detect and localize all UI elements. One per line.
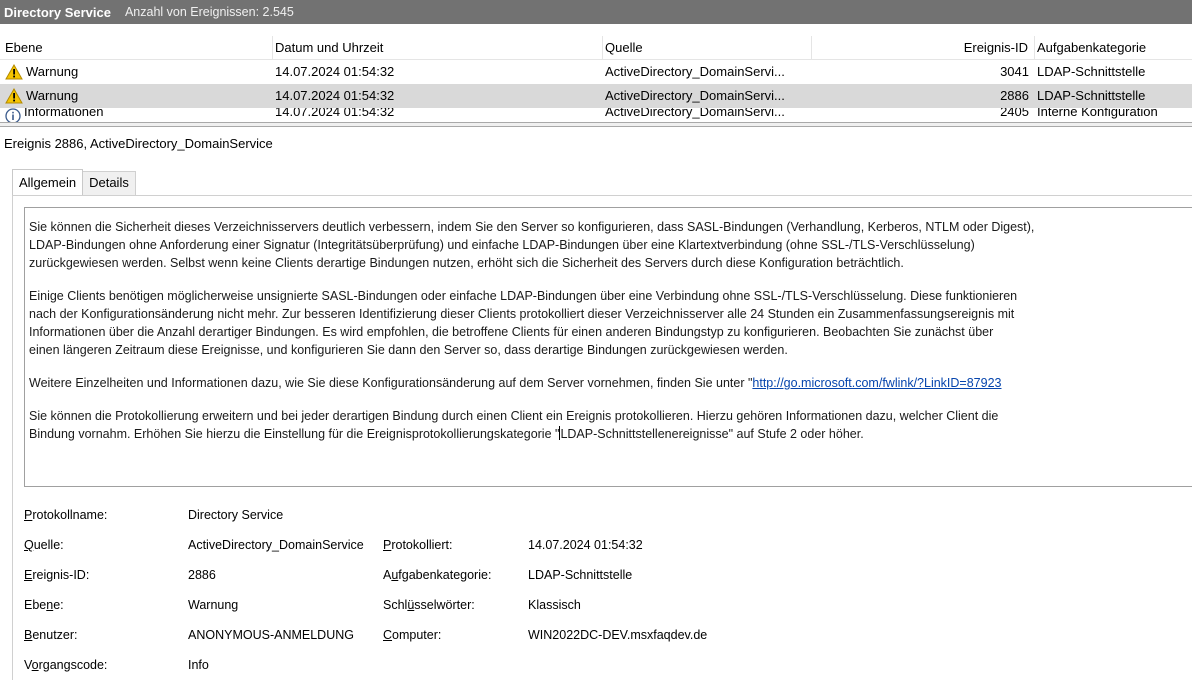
event-id-label: Ereignis-ID:: [24, 568, 90, 582]
description-line: LDAP-Bindungen ohne Anforderung einer Si…: [29, 238, 975, 252]
description-line: Sie können die Protokollierung erweitern…: [29, 409, 999, 423]
column-header-task-category[interactable]: Aufgabenkategorie: [1035, 36, 1192, 59]
category-cell: LDAP-Schnittstelle: [1037, 88, 1146, 103]
level-cell: Informationen: [0, 108, 273, 122]
column-header-event-id[interactable]: Ereignis-ID: [812, 36, 1035, 59]
event-description[interactable]: Sie können die Sicherheit dieses Verzeic…: [24, 207, 1192, 487]
event-id-value: 2886: [188, 568, 216, 582]
user-value: ANONYMOUS-ANMELDUNG: [188, 628, 354, 642]
source-label: Quelle:: [24, 538, 64, 552]
event-id-cell: 2886: [1000, 88, 1029, 103]
description-line: Informationen über die Anzahl derartiger…: [29, 325, 994, 339]
user-label: Benutzer:: [24, 628, 78, 642]
description-line: Bindung vornahm. Erhöhen Sie hierzu die …: [29, 427, 560, 441]
level-cell: Warnung: [0, 84, 273, 108]
column-header-source[interactable]: Quelle: [603, 36, 812, 59]
level-label: Informationen: [24, 108, 104, 119]
task-category-value: LDAP-Schnittstelle: [528, 568, 633, 582]
logged-value: 14.07.2024 01:54:32: [528, 538, 643, 552]
opcode-value: Info: [188, 658, 209, 672]
log-name-value: Directory Service: [188, 508, 284, 522]
pane-splitter[interactable]: [0, 122, 1192, 127]
log-name-title: Directory Service: [4, 4, 111, 20]
description-line: Einige Clients benötigen möglicherweise …: [29, 289, 1018, 303]
event-id-cell: 3041: [1000, 64, 1029, 79]
event-row-selected[interactable]: Warnung 14.07.2024 01:54:32 ActiveDirect…: [0, 84, 1192, 108]
event-list[interactable]: Ebene Datum und Uhrzeit Quelle Ereignis-…: [0, 36, 1192, 122]
level-value: Warnung: [188, 598, 239, 612]
event-detail-title: Ereignis 2886, ActiveDirectory_DomainSer…: [4, 136, 273, 151]
tab-general[interactable]: Allgemein: [12, 169, 84, 195]
source-cell: ActiveDirectory_DomainServi...: [605, 108, 785, 119]
description-paragraph: Einige Clients benötigen möglicherweise …: [29, 287, 1192, 359]
description-paragraph: Sie können die Protokollierung erweitern…: [29, 407, 1192, 443]
level-label: Ebene:: [24, 598, 64, 612]
computer-value: WIN2022DC-DEV.msxfaqdev.de: [528, 628, 708, 642]
log-name-label: Protokollname:: [24, 508, 108, 522]
level-cell: Warnung: [0, 60, 273, 84]
title-bar: Directory Service Anzahl von Ereignissen…: [0, 0, 1192, 24]
description-line: LDAP-Schnittstellenereignisse" auf Stufe…: [560, 427, 864, 441]
category-cell: LDAP-Schnittstelle: [1037, 64, 1146, 79]
computer-label: Computer:: [383, 628, 442, 642]
info-icon: [5, 108, 21, 122]
keywords-value: Klassisch: [528, 598, 581, 612]
source-cell: ActiveDirectory_DomainServi...: [605, 64, 785, 79]
opcode-label: Vorgangscode:: [24, 658, 108, 672]
warning-icon: [5, 64, 23, 80]
level-label: Warnung: [26, 88, 79, 103]
description-line: zurückgewiesen werden. Selbst wenn keine…: [29, 256, 904, 270]
event-count: Anzahl von Ereignissen: 2.545: [124, 5, 294, 19]
more-info-link[interactable]: http://go.microsoft.com/fwlink/?LinkID=8…: [752, 376, 1001, 390]
list-header: Ebene Datum und Uhrzeit Quelle Ereignis-…: [0, 36, 1192, 60]
task-category-label: Aufgabenkategorie:: [383, 568, 492, 582]
detail-tabs: Allgemein Details: [12, 169, 136, 195]
column-header-datetime[interactable]: Datum und Uhrzeit: [273, 36, 603, 59]
logged-label: Protokolliert:: [383, 538, 453, 552]
event-row[interactable]: Warnung 14.07.2024 01:54:32 ActiveDirect…: [0, 60, 1192, 84]
description-line: Sie können die Sicherheit dieses Verzeic…: [29, 220, 1035, 234]
description-paragraph: Weitere Einzelheiten und Informationen d…: [29, 374, 1192, 392]
datetime-cell: 14.07.2024 01:54:32: [275, 64, 395, 79]
source-cell: ActiveDirectory_DomainServi...: [605, 88, 785, 103]
tab-details[interactable]: Details: [82, 171, 136, 195]
event-id-cell: 2405: [1000, 108, 1029, 119]
level-label: Warnung: [26, 64, 79, 79]
description-paragraph: Sie können die Sicherheit dieses Verzeic…: [29, 218, 1192, 272]
event-row[interactable]: Informationen 14.07.2024 01:54:32 Active…: [0, 108, 1192, 122]
datetime-cell: 14.07.2024 01:54:32: [275, 108, 395, 119]
warning-icon: [5, 88, 23, 104]
category-cell: Interne Konfiguration: [1037, 108, 1158, 119]
description-line: Weitere Einzelheiten und Informationen d…: [29, 376, 753, 390]
keywords-label: Schlüsselwörter:: [383, 598, 475, 612]
description-line: nach der Konfigurationsänderung nicht me…: [29, 307, 1015, 321]
description-line: einen längeren Zeitraum diese Ereignisse…: [29, 343, 788, 357]
column-header-level[interactable]: Ebene: [0, 36, 273, 59]
datetime-cell: 14.07.2024 01:54:32: [275, 88, 395, 103]
source-value: ActiveDirectory_DomainService: [188, 538, 364, 552]
